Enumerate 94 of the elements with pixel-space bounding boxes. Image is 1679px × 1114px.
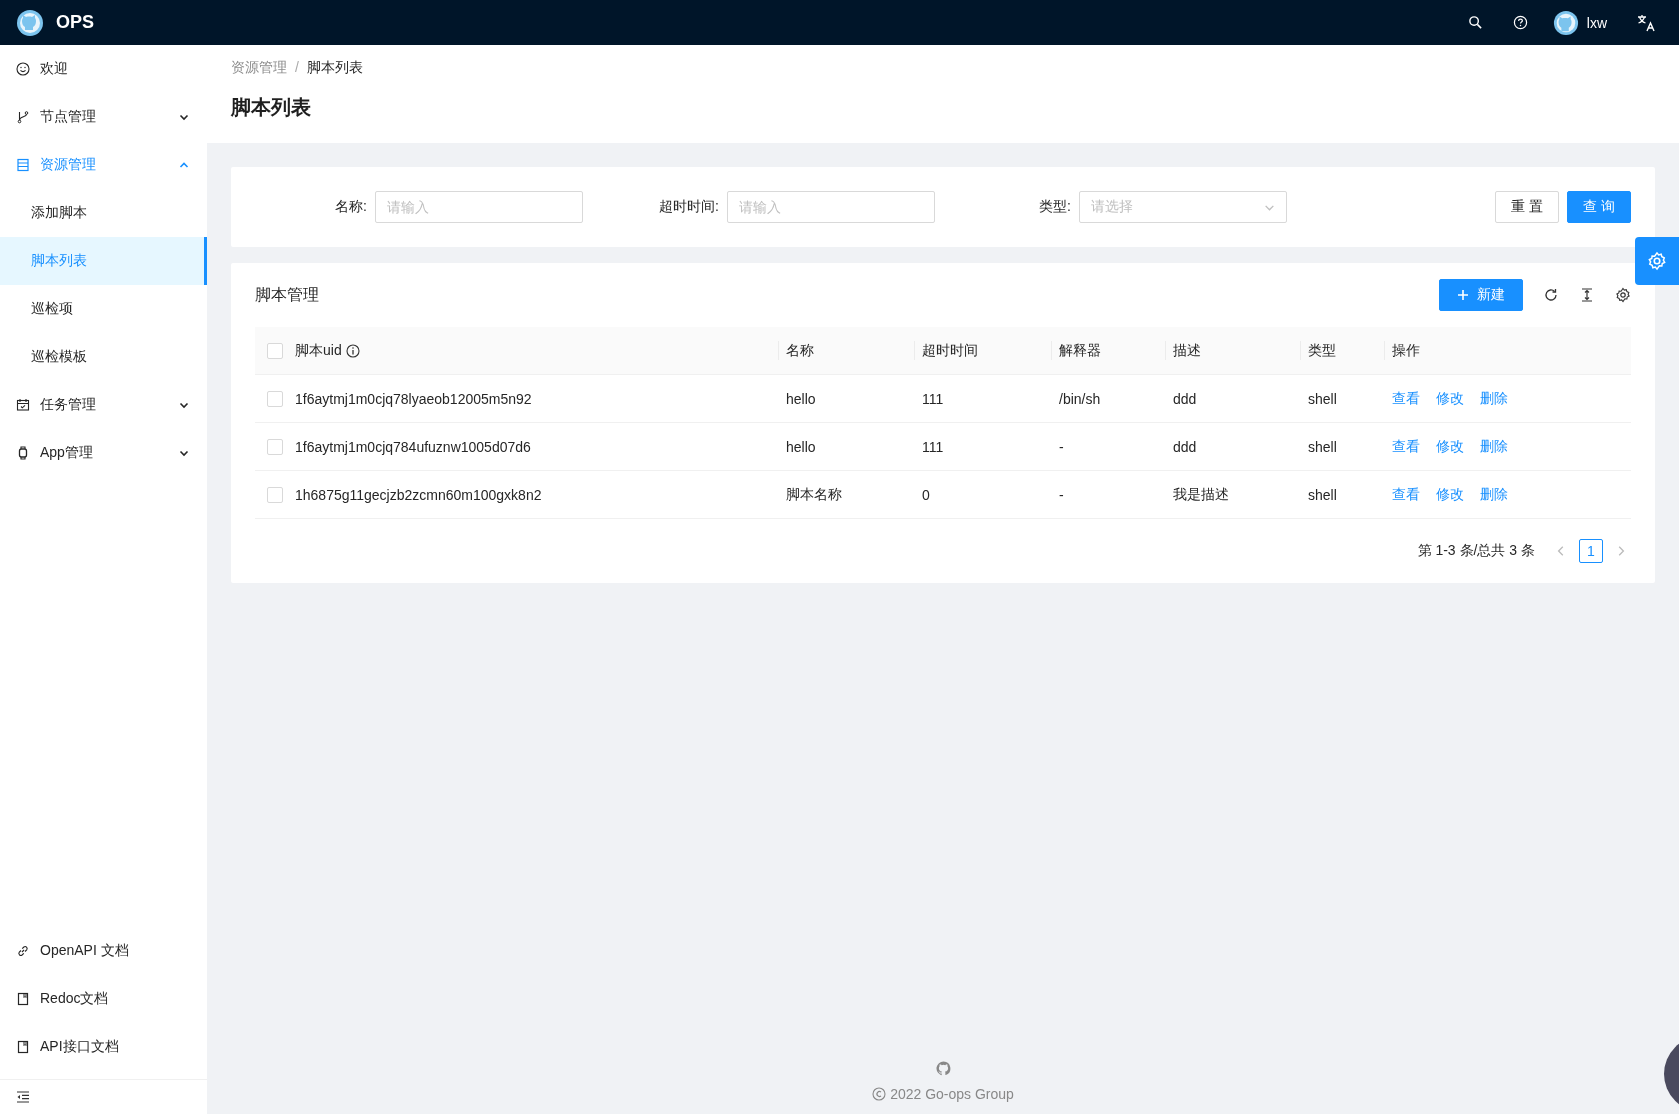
avatar-icon[interactable]: [1552, 9, 1579, 36]
table-cell: hello: [786, 438, 816, 455]
help-icon[interactable]: [1512, 15, 1528, 30]
checkbox[interactable]: [267, 342, 283, 359]
search-icon[interactable]: [1467, 15, 1483, 30]
translate-icon[interactable]: [1637, 13, 1655, 32]
action-link[interactable]: 查看: [1392, 389, 1420, 408]
menu-item[interactable]: App管理: [0, 429, 207, 477]
page-title: 脚本列表: [231, 95, 312, 120]
table-cell: -: [1059, 486, 1064, 503]
action-link[interactable]: 删除: [1480, 389, 1508, 408]
book-icon: [16, 992, 30, 1006]
action-link[interactable]: 删除: [1480, 437, 1508, 456]
github-icon[interactable]: [935, 1061, 951, 1076]
list-icon: [16, 158, 30, 172]
book-icon: [16, 1040, 30, 1054]
info-icon[interactable]: [345, 343, 360, 358]
pagination-summary: 第 1-3 条/总共 3 条: [1417, 542, 1535, 560]
table-cell: 111: [922, 438, 944, 455]
table-cell: ddd: [1173, 438, 1197, 455]
submenu-item[interactable]: 脚本列表: [0, 237, 207, 285]
submenu-item[interactable]: 巡检项: [0, 285, 207, 333]
user-name[interactable]: lxw: [1586, 14, 1607, 31]
copyright-icon: [872, 1087, 887, 1101]
select-field[interactable]: 请选择: [1079, 191, 1287, 223]
submenu-item[interactable]: 巡检模板: [0, 333, 207, 381]
app-name: OPS: [56, 12, 94, 33]
chevron-down-icon: [179, 400, 189, 410]
query-button[interactable]: 查 询: [1567, 191, 1631, 223]
menu-item[interactable]: 节点管理: [0, 93, 207, 141]
column-header: 操作: [1392, 341, 1420, 360]
field-label: 名称:: [334, 198, 368, 216]
reload-icon[interactable]: [1543, 287, 1559, 303]
table-cell: hello: [786, 390, 816, 407]
table-title: 脚本管理: [255, 284, 319, 305]
breadcrumb-separator: /: [295, 59, 299, 77]
table-cell: 1f6aytmj1m0cjq78lyaeob12005m5n92: [295, 390, 532, 407]
input-field[interactable]: 请输入: [375, 191, 583, 223]
action-link[interactable]: 查看: [1392, 485, 1420, 504]
table-cell: 111: [922, 390, 944, 407]
menu-item[interactable]: API接口文档: [0, 1023, 207, 1071]
settings-icon: [1647, 251, 1667, 271]
action-link[interactable]: 查看: [1392, 437, 1420, 456]
table-cell: 我是描述: [1173, 485, 1229, 502]
smile-icon: [16, 62, 30, 76]
breadcrumb-link[interactable]: 资源管理: [231, 59, 287, 77]
column-header: 描述: [1173, 341, 1201, 360]
checkbox[interactable]: [267, 438, 283, 455]
action-link[interactable]: 修改: [1436, 389, 1464, 408]
column-header: 超时时间: [922, 341, 978, 360]
page-button[interactable]: 1: [1579, 539, 1603, 563]
watch-icon: [16, 446, 30, 460]
table-cell: shell: [1308, 390, 1337, 407]
new-button[interactable]: 新建: [1439, 279, 1523, 311]
table-cell: shell: [1308, 486, 1337, 503]
menu-item[interactable]: Redoc文档: [0, 975, 207, 1023]
column-header: 类型: [1308, 341, 1336, 360]
column-header: 名称: [786, 341, 814, 360]
branch-icon: [16, 110, 30, 124]
table-cell: shell: [1308, 438, 1337, 455]
table-cell: 0: [922, 486, 930, 503]
link-icon: [16, 944, 30, 958]
action-link[interactable]: 修改: [1436, 437, 1464, 456]
column-header: 解释器: [1059, 341, 1101, 360]
table-cell: ddd: [1173, 390, 1197, 407]
menu-item[interactable]: 任务管理: [0, 381, 207, 429]
table-cell: 脚本名称: [786, 485, 842, 502]
menu-item[interactable]: 资源管理: [0, 141, 207, 189]
action-link[interactable]: 删除: [1480, 485, 1508, 504]
field-label: 超时时间:: [658, 198, 720, 216]
checkbox[interactable]: [267, 486, 283, 503]
chevron-down-icon: [179, 448, 189, 458]
calendar-icon: [16, 398, 30, 412]
table-cell: -: [1059, 438, 1064, 455]
action-link[interactable]: 修改: [1436, 485, 1464, 504]
plus-icon: [1457, 289, 1469, 301]
settings-icon[interactable]: [1615, 287, 1631, 303]
menu-fold-icon[interactable]: [16, 1090, 30, 1104]
table-cell: 1h6875g11gecjzb2zcmn60m100gxk8n2: [295, 486, 542, 503]
menu-item[interactable]: 欢迎: [0, 45, 207, 93]
field-label: 类型:: [1038, 198, 1072, 216]
table-cell: 1f6aytmj1m0cjq784ufuznw1005d07d6: [295, 438, 531, 455]
logo-icon: [16, 8, 44, 37]
checkbox[interactable]: [267, 390, 283, 407]
menu-item[interactable]: OpenAPI 文档: [0, 927, 207, 975]
column-header: 脚本uid: [295, 341, 342, 360]
chevron-down-icon: [179, 112, 189, 122]
reset-button[interactable]: 重 置: [1495, 191, 1560, 223]
copyright-text: 2022 Go-ops Group: [890, 1086, 1014, 1102]
input-field[interactable]: 请输入: [727, 191, 935, 223]
column-height-icon[interactable]: [1579, 287, 1595, 303]
chevron-up-icon: [179, 160, 189, 170]
table-cell: /bin/sh: [1059, 390, 1101, 407]
submenu-item[interactable]: 添加脚本: [0, 189, 207, 237]
